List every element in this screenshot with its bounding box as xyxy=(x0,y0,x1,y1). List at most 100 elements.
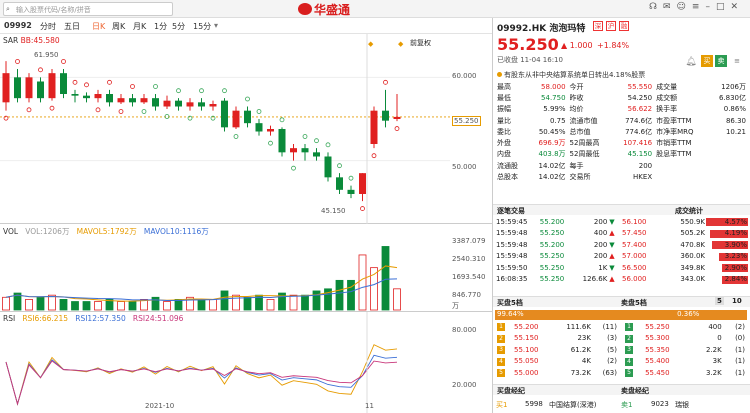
chevron-down-icon[interactable]: ▾ xyxy=(214,21,218,30)
tab-5day[interactable]: 五日 xyxy=(64,21,80,32)
trade-direction-icon: ▼ xyxy=(609,217,615,226)
price-chart-panel[interactable]: ◆ ◆ SAR BB:45.580 前复权 61.950 45.150 60.00… xyxy=(0,34,492,224)
quote-label: 总市值 xyxy=(569,127,591,136)
rsi12-line xyxy=(5,354,398,406)
volume-bar xyxy=(59,299,68,311)
news-ticker[interactable]: 有股东从非中央结算系统单日转出4.18%股票 xyxy=(497,70,747,80)
headset-icon[interactable]: ☊ xyxy=(649,2,663,12)
stats-volume: 470.8K xyxy=(680,240,705,249)
stats-title: 成交统计 xyxy=(675,207,703,215)
level-badge: 2 xyxy=(623,333,643,345)
level-10-button[interactable]: 10 xyxy=(731,297,743,305)
book-price: 55.250 xyxy=(645,322,670,331)
buy-button[interactable]: 买 xyxy=(701,55,713,67)
sell-button[interactable]: 卖 xyxy=(715,55,727,67)
volume-bar xyxy=(243,296,252,311)
vol-name: VOL xyxy=(3,227,19,236)
tab-monthly-k[interactable]: 月K xyxy=(133,21,146,32)
sar-dot xyxy=(245,96,250,102)
tab-1min[interactable]: 1分 xyxy=(154,21,167,32)
rsi-panel[interactable]: RSI RSI6:66.215 RSI12:57.350 RSI24:51.09… xyxy=(0,312,492,413)
quote-value: 45.150 xyxy=(627,150,653,159)
mail-icon[interactable]: ✉ xyxy=(663,2,677,12)
sell-level-row: 1 55.250 400 (2) xyxy=(623,321,747,333)
logo-text: 华盛通 xyxy=(314,3,351,17)
trade-time: 15:59:50 xyxy=(496,263,528,272)
book-price: 55.350 xyxy=(645,345,670,354)
stats-volume: 360.0K xyxy=(680,252,705,261)
trade-row: 15:59:48 55.250 200 ▲ xyxy=(495,251,618,263)
quote-label: 52周最高 xyxy=(569,139,600,148)
price-tag: 55.250 xyxy=(452,116,481,126)
rsi-chart xyxy=(5,312,398,413)
mavol10-value: MAVOL10:1116万 xyxy=(143,227,209,236)
sar-dot xyxy=(141,109,147,114)
stats-pct: 4.19% xyxy=(706,228,748,240)
buy-book-table: 1 55.200 111.6K (11) 2 55.150 23K (3) 3 55.100 61.… xyxy=(495,321,619,379)
minimize-icon[interactable]: – xyxy=(705,2,716,12)
search-placeholder: 输入股票代码/名称/拼音 xyxy=(16,6,91,14)
volume-panel[interactable]: VOL VOL:1206万 MAVOL5:1792万 MAVOL10:1116万… xyxy=(0,224,492,312)
quote-panel: 09992.HK 泡泡玛特 深 沪 融 55.250 ▲ 1.000 +1.84… xyxy=(493,18,750,413)
search-icon: ⌕ xyxy=(6,5,10,13)
quote-label: 内盘 xyxy=(497,150,511,159)
volume-bar xyxy=(163,301,171,311)
stats-pct-value: 2.90% xyxy=(724,263,747,272)
candle-body xyxy=(221,100,228,128)
search-input[interactable]: ⌕ 输入股票代码/名称/拼音 xyxy=(3,2,173,16)
quote-table: 最高 58.000 今开 55.550 成交量 1206万 最低 54.750 昨收 54.250… xyxy=(495,81,748,183)
book-orders: (2) xyxy=(735,322,745,331)
sar-dot xyxy=(360,206,365,211)
tab-weekly-k[interactable]: 周K xyxy=(112,21,125,32)
sar-dot xyxy=(199,88,204,94)
candle-body xyxy=(129,98,136,103)
user-icon[interactable]: ☺ xyxy=(677,2,692,12)
book-orders: (1) xyxy=(735,345,745,354)
close-icon[interactable]: ✕ xyxy=(730,2,744,12)
sell-ratio: 0.36% xyxy=(677,310,699,320)
stats-pct-value: 2.84% xyxy=(724,275,747,284)
quote-row: 总股本 14.02亿 交易所 HKEX xyxy=(495,171,748,182)
menu-icon[interactable]: ≡ xyxy=(692,2,706,12)
candle-body xyxy=(14,77,21,99)
low-label: 45.150 xyxy=(321,207,346,215)
quote-value: 55.550 xyxy=(627,82,653,91)
candle-body xyxy=(48,73,56,99)
book-volume: 111.6K xyxy=(566,322,591,331)
stats-table: 56.100 550.9K 4.57% 57.450 505.2K 4.19% 57.400… xyxy=(621,216,748,285)
tab-5min[interactable]: 5分 xyxy=(172,21,185,32)
stats-row: 56.100 550.9K 4.57% xyxy=(621,216,748,228)
maximize-icon[interactable]: □ xyxy=(716,2,731,12)
tab-intraday[interactable]: 分时 xyxy=(40,21,56,32)
bell-icon[interactable]: 🔔︎ xyxy=(685,56,697,68)
sar-dot xyxy=(72,79,78,85)
trade-row: 16:08:35 55.250 126.6K ▲ xyxy=(495,274,618,286)
sar-dot xyxy=(383,79,388,85)
sell-level-row: 2 55.300 0 (0) xyxy=(623,333,747,345)
trade-price: 55.250 xyxy=(539,252,565,261)
book-volume: 61.2K xyxy=(570,345,591,354)
market-status: 已收盘 11-04 16:10 xyxy=(497,56,563,64)
quote-value: 14.02亿 xyxy=(538,161,566,170)
stats-volume: 349.8K xyxy=(680,263,705,272)
quote-value: 403.8万 xyxy=(538,150,566,159)
candle-body xyxy=(347,189,355,194)
tab-daily-k[interactable]: 日K xyxy=(92,21,105,32)
sar-dot xyxy=(222,88,227,94)
sar-dot xyxy=(15,59,20,64)
trade-time: 15:59:48 xyxy=(496,229,528,238)
more-icon[interactable]: ≡ xyxy=(731,55,743,67)
book-orders: (63) xyxy=(602,368,617,377)
candle-body xyxy=(60,73,67,94)
volume-bar xyxy=(347,279,355,311)
quote-label: 最低 xyxy=(497,93,511,102)
x-tick: 2021-10 xyxy=(145,402,175,410)
adjust-select[interactable]: 前复权 xyxy=(410,38,431,48)
broker-buy-id: 5998 xyxy=(525,400,543,408)
book-volume: 73.2K xyxy=(570,368,591,377)
tab-15min[interactable]: 15分 xyxy=(193,21,211,32)
level-5-button[interactable]: 5 xyxy=(715,297,724,305)
stats-price: 57.450 xyxy=(622,229,647,238)
candle-body xyxy=(290,148,297,153)
y-tick: 846.770 xyxy=(452,291,481,299)
